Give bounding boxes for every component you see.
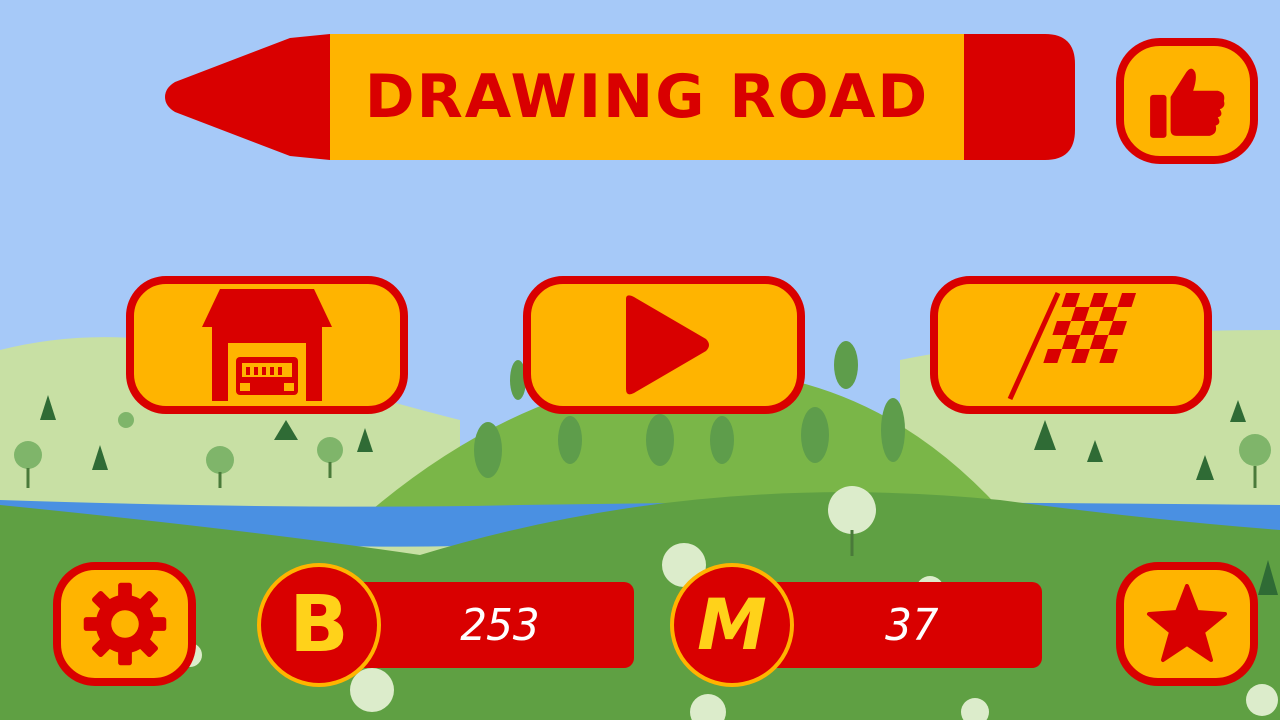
checkered-flag-icon: [1007, 291, 1136, 401]
coins-value: 253: [460, 599, 540, 651]
star-icon: [1147, 584, 1227, 662]
play-button[interactable]: [523, 276, 805, 414]
play-icon: [626, 295, 709, 395]
thumbs-up-icon: [1150, 68, 1225, 138]
game-title: DRAWING ROAD: [364, 62, 930, 132]
m-glyph: M: [697, 584, 767, 666]
levels-button[interactable]: [930, 276, 1212, 414]
settings-button[interactable]: [53, 562, 196, 686]
bitcoin-icon: B: [257, 563, 381, 687]
garage-button[interactable]: [126, 276, 408, 414]
rate-button[interactable]: [1116, 562, 1258, 686]
gear-icon: [83, 582, 166, 666]
distance-value: 37: [885, 599, 939, 651]
garage-car-icon: [202, 289, 332, 401]
like-button[interactable]: [1116, 38, 1258, 164]
m-badge-icon: M: [670, 563, 794, 687]
distance-counter-bar: 37: [752, 582, 1042, 668]
coin-glyph: B: [289, 580, 349, 670]
coins-counter-bar: 253: [340, 582, 634, 668]
